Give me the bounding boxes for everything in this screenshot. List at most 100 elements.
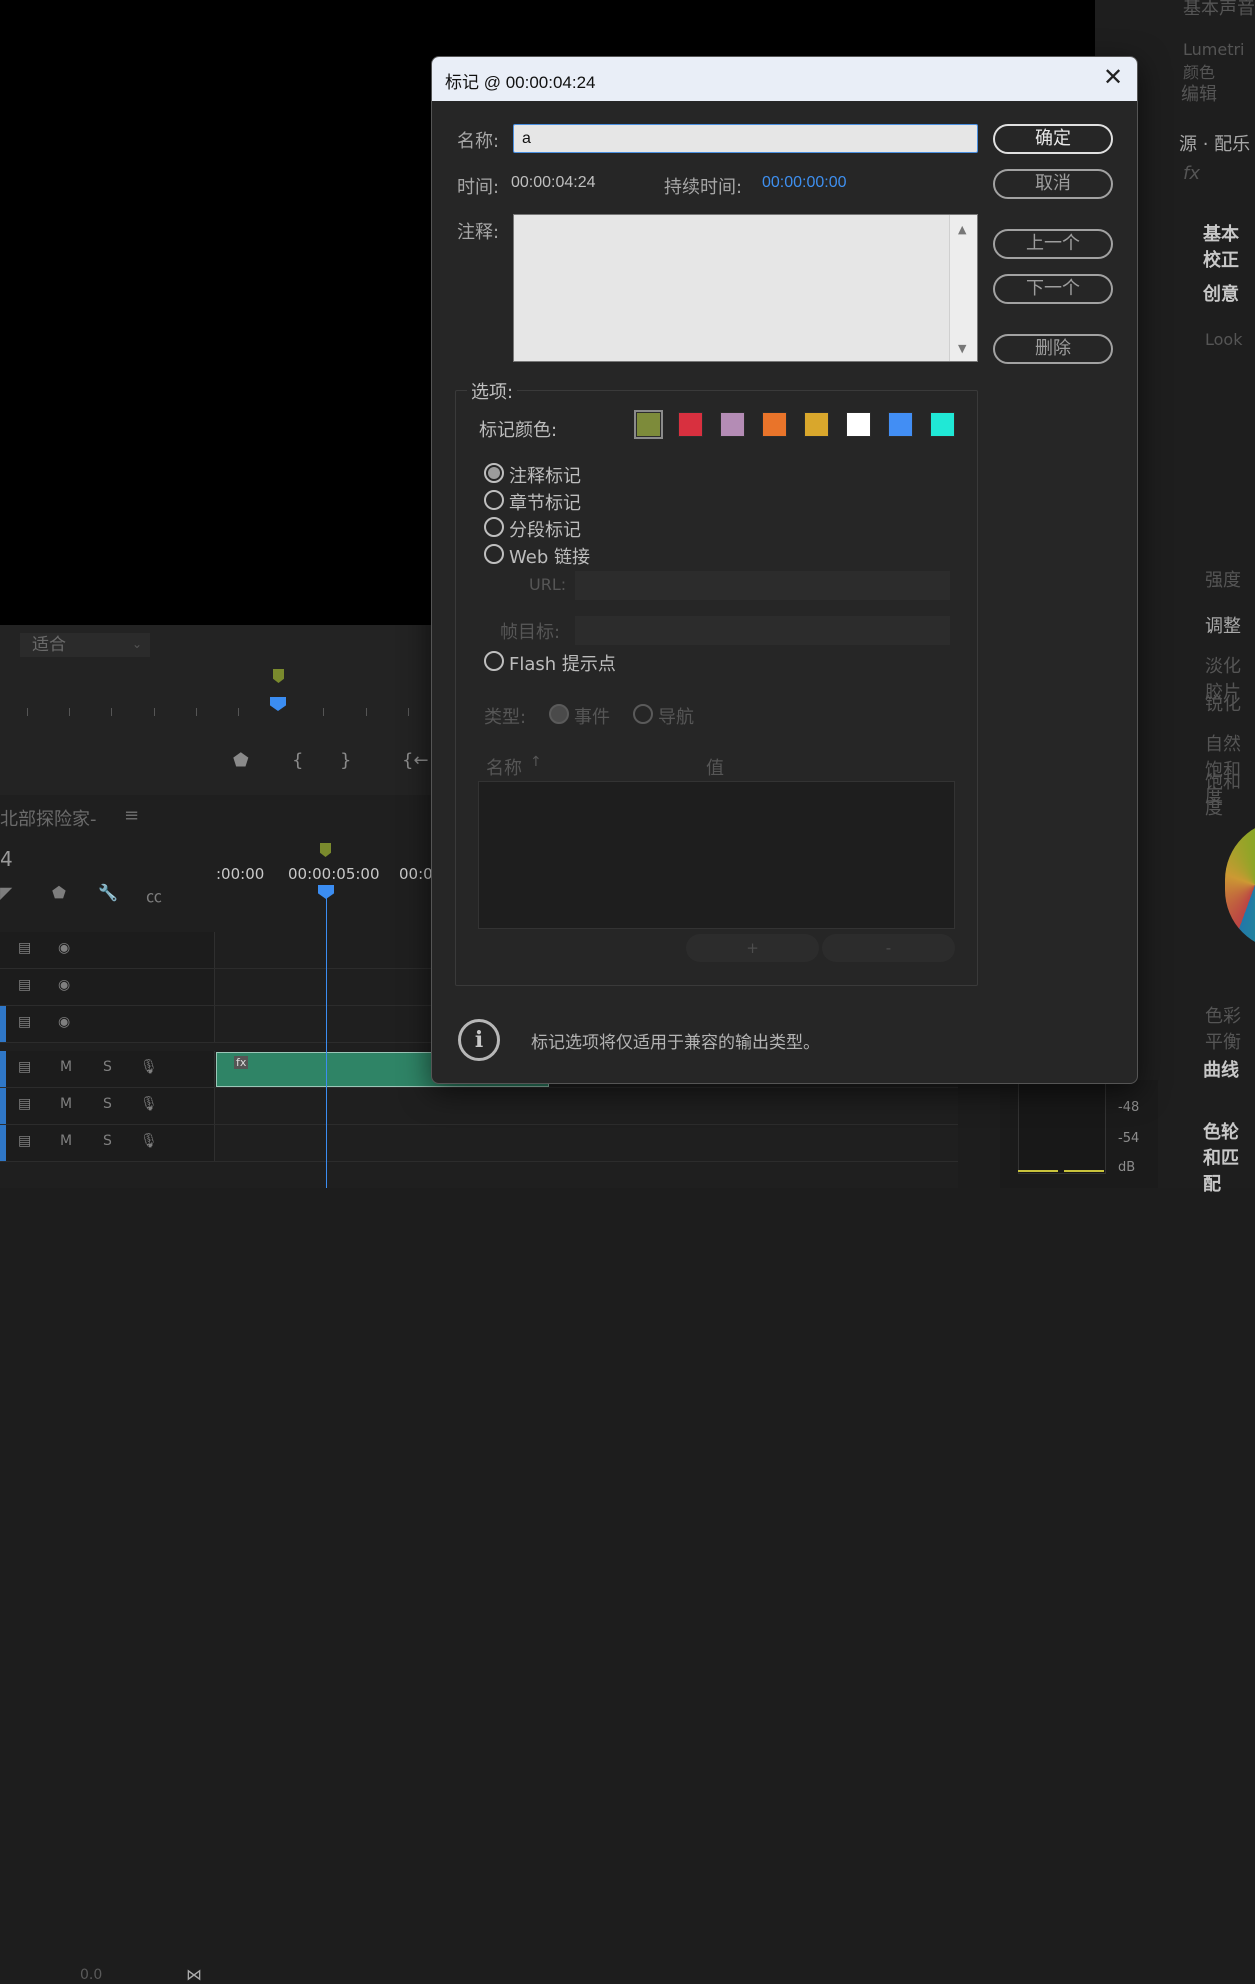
film-icon[interactable]: ▤	[18, 1059, 31, 1075]
wrench-icon[interactable]: 🔧	[98, 883, 118, 902]
color-swatch-cyan[interactable]	[930, 412, 955, 437]
film-icon[interactable]: ▤	[18, 940, 31, 956]
sharpen-label: 锐化	[1205, 694, 1241, 715]
fx-icon: fx	[1183, 163, 1200, 184]
add-marker-icon[interactable]: ⬟	[52, 883, 66, 902]
next-button[interactable]: 下一个	[993, 274, 1113, 304]
web-link-radio[interactable]	[484, 544, 504, 564]
cue-params-table	[478, 781, 955, 929]
snap-icon[interactable]: ◤	[0, 883, 12, 902]
color-swatch-orange[interactable]	[762, 412, 787, 437]
timeline-timestamp: :00:00	[216, 865, 265, 883]
ruler-tick	[323, 708, 324, 716]
navigation-label: 导航	[658, 707, 694, 728]
mute-button[interactable]: M	[60, 1133, 72, 1149]
fit-dropdown[interactable]: 适合 ⌄	[20, 633, 150, 657]
film-icon[interactable]: ▤	[18, 977, 31, 993]
segment-marker-label: 分段标记	[509, 520, 581, 541]
dialog-title: 标记 @ 00:00:04:24	[445, 73, 596, 92]
mark-out-icon[interactable]: }	[340, 750, 351, 771]
mark-in-icon[interactable]: {	[292, 750, 303, 771]
scroll-down-icon[interactable]: ▼	[958, 342, 966, 355]
delete-button[interactable]: 删除	[993, 334, 1113, 364]
track-target-indicator[interactable]	[0, 1051, 6, 1087]
saturation-label: 饱和度	[1205, 772, 1241, 819]
eye-icon[interactable]: ◉	[58, 1014, 70, 1030]
color-swatch-yellow[interactable]	[804, 412, 829, 437]
track-header: ▤ ◉	[0, 932, 215, 968]
url-label: URL:	[529, 575, 567, 594]
add-marker-icon[interactable]: ⬟	[233, 750, 249, 771]
film-icon[interactable]: ▤	[18, 1014, 31, 1030]
section-curves[interactable]: 曲线	[1203, 1056, 1239, 1082]
captions-icon[interactable]: ㏄	[146, 883, 162, 907]
playhead-line[interactable]	[326, 895, 327, 1188]
adjust-label[interactable]: 调整	[1205, 612, 1241, 638]
timeline-timecode[interactable]: 4	[0, 847, 13, 871]
solo-button[interactable]: S	[103, 1133, 112, 1149]
microphone-icon[interactable]: 🎙	[140, 1133, 158, 1149]
eye-icon[interactable]: ◉	[58, 940, 70, 956]
color-swatch-blue[interactable]	[888, 412, 913, 437]
mute-button[interactable]: M	[60, 1096, 72, 1112]
track-header: ▤ M S 🎙	[0, 1125, 215, 1161]
panel-tab[interactable]: Lumetri 颜色	[1183, 40, 1255, 83]
color-swatch-red[interactable]	[678, 412, 703, 437]
close-icon[interactable]: ✕	[1101, 65, 1125, 90]
audio-track[interactable]: ▤ M S 🎙	[0, 1088, 958, 1125]
zoom-icon[interactable]: ⋈	[186, 1965, 202, 1984]
film-icon[interactable]: ▤	[18, 1133, 31, 1149]
source-label: 源 · 配乐	[1179, 134, 1251, 155]
track-target-indicator[interactable]	[0, 1125, 6, 1161]
flash-cue-radio[interactable]	[484, 651, 504, 671]
comment-textarea[interactable]: ▲ ▼	[513, 214, 978, 362]
previous-button[interactable]: 上一个	[993, 229, 1113, 259]
sequence-tab[interactable]: 北部探险家-	[0, 805, 97, 831]
solo-button[interactable]: S	[103, 1059, 112, 1075]
color-swatch-white[interactable]	[846, 412, 871, 437]
eye-icon[interactable]: ◉	[58, 977, 70, 993]
web-link-label: Web 链接	[509, 547, 590, 568]
marker-icon[interactable]	[320, 843, 331, 857]
ok-button[interactable]: 确定	[993, 124, 1113, 154]
color-swatch-lavender[interactable]	[720, 412, 745, 437]
track-target-indicator[interactable]	[0, 1006, 6, 1042]
mute-button[interactable]: M	[60, 1059, 72, 1075]
chapter-marker-radio[interactable]	[484, 490, 504, 510]
sort-ascending-icon: ↑	[530, 754, 542, 770]
intensity-label: 强度	[1205, 570, 1241, 591]
color-swatch-olive[interactable]	[634, 410, 663, 439]
film-icon[interactable]: ▤	[18, 1096, 31, 1112]
microphone-icon[interactable]: 🎙	[140, 1059, 158, 1075]
solo-button[interactable]: S	[103, 1096, 112, 1112]
scroll-up-icon[interactable]: ▲	[958, 223, 966, 236]
table-header-name[interactable]: 名称	[486, 754, 522, 780]
duration-value[interactable]: 00:00:00:00	[762, 174, 847, 192]
panel-tab[interactable]: 基本声音	[1183, 0, 1255, 20]
panel-tab[interactable]: 编辑	[1181, 80, 1217, 106]
go-to-in-icon[interactable]: {←	[402, 750, 429, 771]
segment-marker-radio[interactable]	[484, 517, 504, 537]
panel-menu-icon[interactable]: ≡	[124, 805, 139, 826]
microphone-icon[interactable]: 🎙	[140, 1096, 158, 1112]
name-input[interactable]	[513, 124, 978, 153]
section-basic[interactable]: 基本校正	[1203, 220, 1255, 272]
ruler-tick	[27, 708, 28, 716]
color-wheel[interactable]	[1225, 820, 1255, 950]
section-creative[interactable]: 创意	[1203, 280, 1239, 306]
meter-label: -48	[1118, 1100, 1140, 1115]
comment-scrollbar[interactable]: ▲ ▼	[949, 215, 977, 361]
track-header: ▤ ◉	[0, 969, 215, 1005]
section-color-wheels[interactable]: 色轮和匹配	[1203, 1118, 1255, 1196]
dialog-titlebar[interactable]: 标记 @ 00:00:04:24 ✕	[432, 57, 1137, 101]
table-header-value[interactable]: 值	[706, 754, 724, 780]
add-param-button: +	[686, 934, 819, 962]
comment-marker-radio[interactable]	[484, 463, 504, 483]
chevron-down-icon: ⌄	[131, 637, 142, 651]
cancel-button[interactable]: 取消	[993, 169, 1113, 199]
audio-track[interactable]: ▤ M S 🎙	[0, 1125, 958, 1162]
look-label: Look	[1205, 330, 1243, 349]
track-target-indicator[interactable]	[0, 1088, 6, 1124]
playhead-marker[interactable]	[270, 697, 286, 711]
marker-icon[interactable]	[273, 669, 284, 683]
